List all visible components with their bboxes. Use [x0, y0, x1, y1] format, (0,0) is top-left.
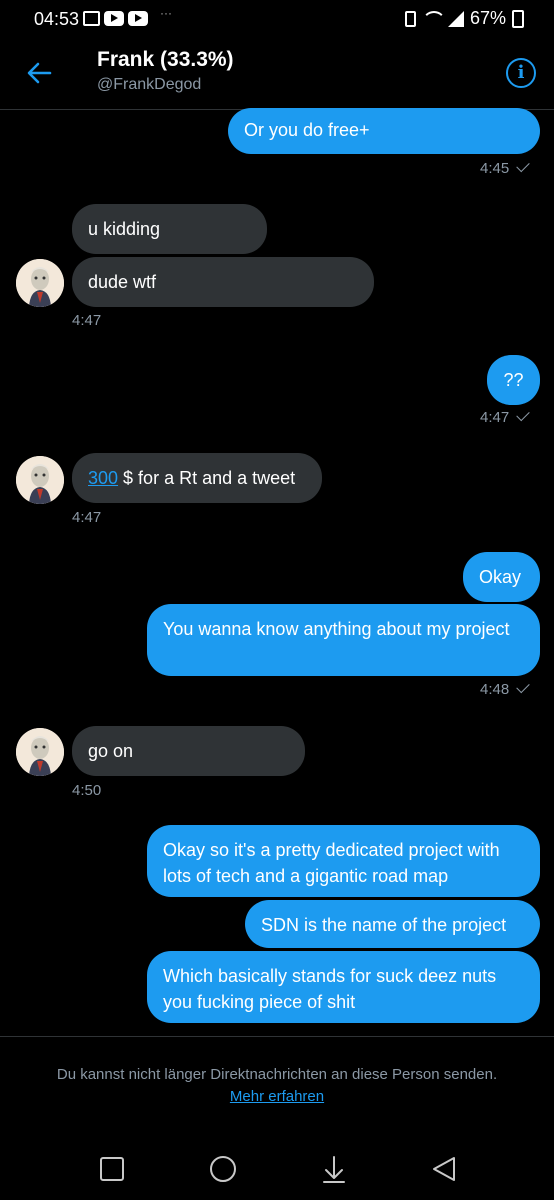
conversation-header: Frank (33.3%) @FrankDegod i	[0, 40, 554, 110]
status-time: 04:53	[34, 9, 80, 29]
message-text: Which basically stands for suck deez nut…	[163, 966, 497, 1012]
learn-more-link[interactable]: Mehr erfahren	[230, 1088, 324, 1105]
message-timestamp: 4:47	[72, 312, 101, 329]
notification-icons	[83, 11, 148, 26]
message-timestamp: 4:45	[480, 158, 530, 177]
vibrate-icon	[404, 10, 416, 27]
message-timestamp: 4:48	[480, 679, 530, 698]
timestamp-text: 4:50	[72, 782, 102, 799]
message-text: SDN is the name of the project	[261, 915, 507, 935]
read-check-icon	[516, 158, 530, 173]
message-bubble-sent[interactable]: Or you do free+	[228, 108, 540, 154]
more-notifications-indicator: ···	[160, 6, 172, 20]
system-nav-bar	[0, 1130, 554, 1200]
dm-disabled-notice: Du kannst nicht länger Direktnachrichten…	[56, 1066, 498, 1083]
timestamp-text: 4:47	[72, 509, 102, 526]
message-bubble-received[interactable]: 300 $ for a Rt and a tweet	[72, 453, 322, 503]
message-bubble-received[interactable]: u kidding	[72, 204, 267, 254]
avatar[interactable]	[16, 728, 64, 776]
battery-icon	[512, 9, 524, 28]
youtube-icon	[104, 11, 124, 26]
avatar-illustration	[16, 259, 64, 307]
back-arrow-icon[interactable]	[26, 60, 52, 86]
contact-handle[interactable]: @FrankDegod	[97, 76, 201, 94]
scroll-down-icon[interactable]	[321, 1154, 347, 1184]
home-icon[interactable]	[210, 1156, 236, 1182]
message-bubble-sent[interactable]: ??	[487, 355, 540, 405]
message-timestamp: 4:47	[72, 509, 101, 526]
message-text: $ for a Rt and a tweet	[118, 468, 296, 488]
read-check-icon	[516, 679, 530, 694]
message-bubble-sent[interactable]: Okay so it's a pretty dedicated project …	[147, 825, 540, 897]
message-bubble-sent[interactable]: You wanna know anything about my project	[147, 604, 540, 676]
message-text: Or you do free+	[244, 120, 370, 140]
status-right: 67%	[404, 8, 524, 29]
signal-icon	[447, 10, 464, 27]
message-text: go on	[88, 741, 134, 761]
status-bar: 04:53 ··· 67%	[0, 0, 554, 40]
info-glyph: i	[517, 62, 525, 83]
message-bubble-sent[interactable]: Which basically stands for suck deez nut…	[147, 951, 540, 1023]
read-check-icon	[516, 407, 530, 422]
learn-more-link-container: Mehr erfahren	[0, 1088, 554, 1105]
amount-link[interactable]: 300	[88, 468, 118, 488]
timestamp-text: 4:45	[480, 160, 510, 177]
battery-percent: 67%	[469, 8, 506, 28]
timestamp-text: 4:47	[480, 409, 510, 426]
message-text: You wanna know anything about my project	[163, 619, 510, 639]
back-icon[interactable]	[430, 1154, 458, 1184]
contact-name[interactable]: Frank (33.3%)	[97, 48, 234, 72]
message-text: ??	[503, 370, 524, 390]
message-timestamp: 4:50	[72, 782, 101, 799]
gallery-icon	[83, 11, 100, 26]
avatar[interactable]	[16, 456, 64, 504]
wifi-icon	[421, 10, 446, 27]
message-text: dude wtf	[88, 272, 157, 292]
message-bubble-received[interactable]: dude wtf	[72, 257, 374, 307]
youtube-icon	[128, 11, 148, 26]
recents-icon[interactable]	[100, 1157, 124, 1181]
avatar-illustration	[16, 728, 64, 776]
message-timestamp: 4:47	[480, 407, 530, 426]
message-text: Okay so it's a pretty dedicated project …	[163, 840, 500, 886]
message-text: Okay	[479, 567, 522, 587]
footer-divider	[0, 1036, 554, 1037]
message-text: u kidding	[88, 219, 161, 239]
message-bubble-sent[interactable]: SDN is the name of the project	[245, 900, 540, 948]
timestamp-text: 4:47	[72, 312, 102, 329]
message-bubble-received[interactable]: go on	[72, 726, 305, 776]
info-icon[interactable]: i	[506, 58, 536, 88]
message-bubble-sent[interactable]: Okay	[463, 552, 540, 602]
avatar[interactable]	[16, 259, 64, 307]
timestamp-text: 4:48	[480, 681, 510, 698]
avatar-illustration	[16, 456, 64, 504]
